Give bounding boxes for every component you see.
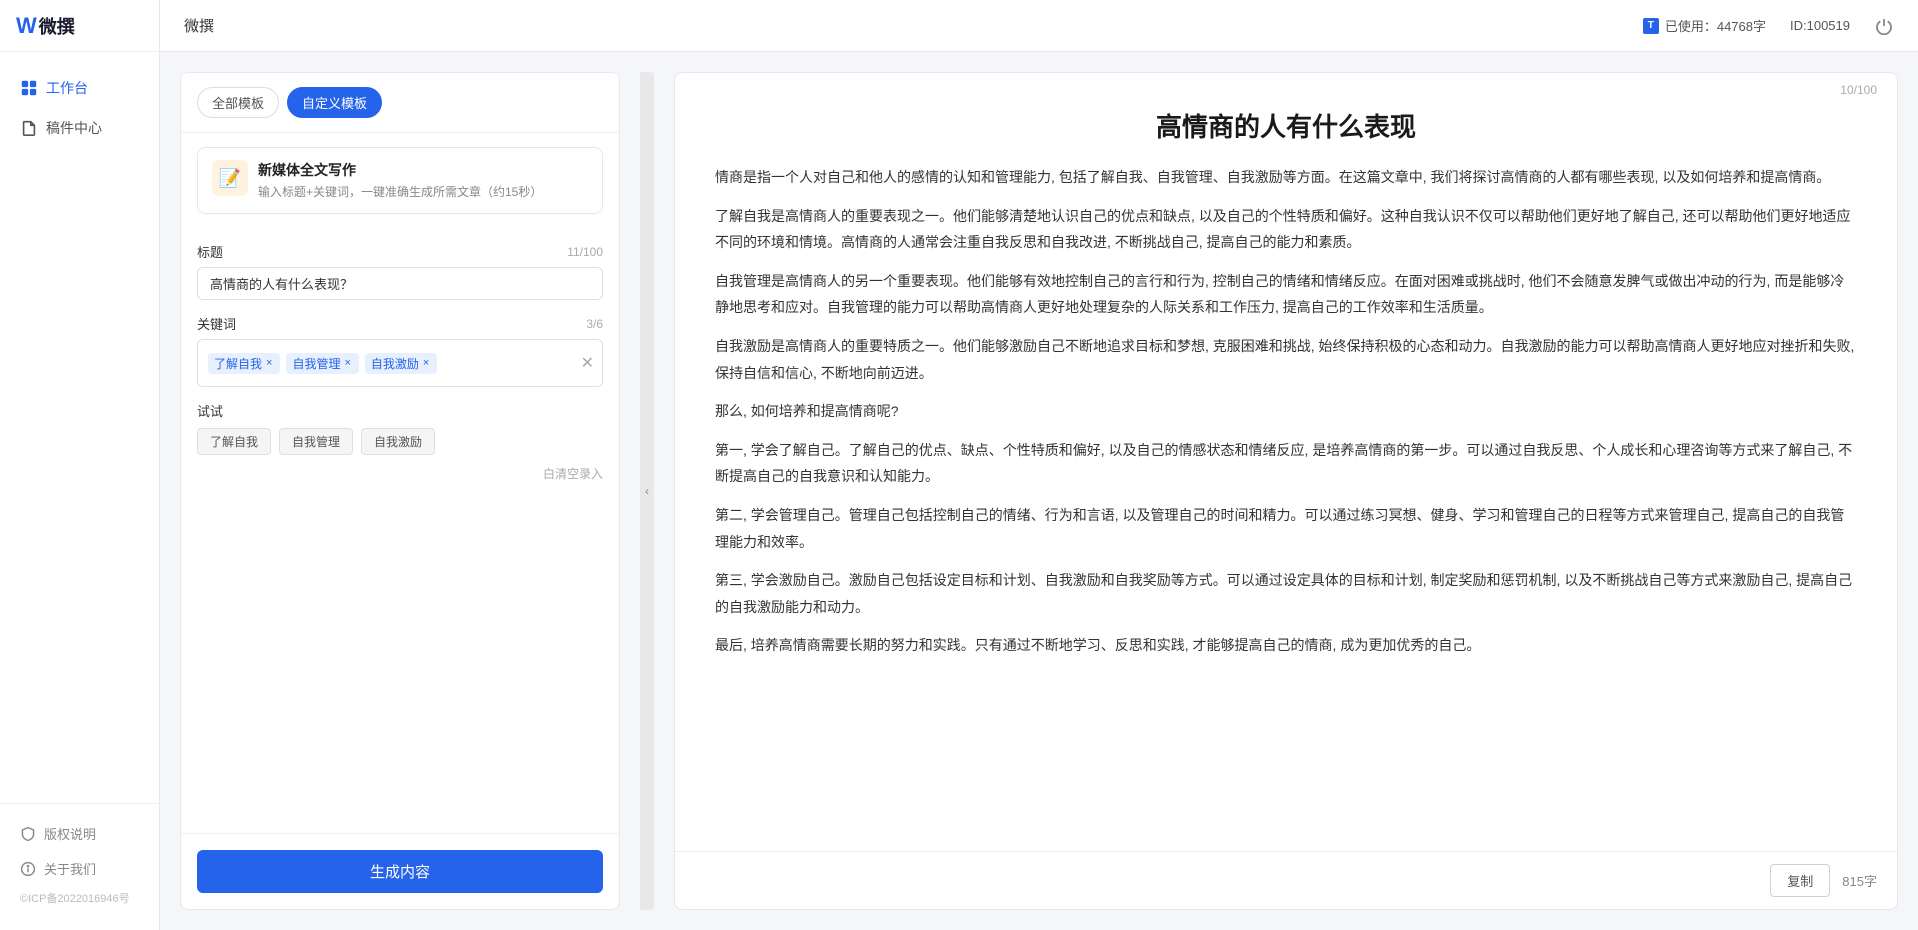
article-content: 高情商的人有什么表现 情商是指一个人对自己和他人的感情的认知和管理能力, 包括了… bbox=[675, 97, 1897, 851]
keyword-tag-1[interactable]: 自我管理 × bbox=[286, 353, 358, 374]
tab-all[interactable]: 全部模板 bbox=[197, 87, 279, 118]
usage-info: T 已使用：44768字 bbox=[1643, 16, 1766, 35]
article-paragraph: 第二, 学会管理自己。管理自己包括控制自己的情绪、行为和言语, 以及管理自己的时… bbox=[715, 502, 1857, 555]
icp-text: ©ICP备2022016946号 bbox=[0, 886, 159, 910]
sidebar-item-workbench-label: 工作台 bbox=[46, 78, 88, 98]
template-card[interactable]: 📝 新媒体全文写作 输入标题+关键词，一键准确生成所需文章（约15秒） bbox=[197, 147, 603, 214]
article-paragraph: 自我激励是高情商人的重要特质之一。他们能够激励自己不断地追求目标和梦想, 克服困… bbox=[715, 333, 1857, 386]
header: 微撰 T 已使用：44768字 ID:100519 bbox=[160, 0, 1918, 52]
article-paragraph: 第三, 学会激励自己。激励自己包括设定目标和计划、自我激励和自我奖励等方式。可以… bbox=[715, 567, 1857, 620]
article-paragraph: 第一, 学会了解自己。了解自己的优点、缺点、个性特质和偏好, 以及自己的情感状态… bbox=[715, 437, 1857, 490]
shield-icon bbox=[20, 826, 36, 842]
article-title: 高情商的人有什么表现 bbox=[715, 107, 1857, 144]
article-paragraph: 了解自我是高情商人的重要表现之一。他们能够清楚地认识自己的优点和缺点, 以及自己… bbox=[715, 203, 1857, 256]
logo-area: W 微撰 bbox=[0, 0, 159, 52]
title-form-label: 标题 bbox=[197, 242, 223, 261]
sidebar-item-drafts[interactable]: 稿件中心 bbox=[0, 108, 159, 148]
article-paragraph: 情商是指一个人对自己和他人的感情的认知和管理能力, 包括了解自我、自我管理、自我… bbox=[715, 164, 1857, 191]
article-paragraph: 最后, 培养高情商需要长期的努力和实践。只有通过不断地学习、反思和实践, 才能够… bbox=[715, 632, 1857, 659]
title-label-row: 标题 11/100 bbox=[197, 242, 603, 261]
suggestions-row: 了解自我 自我管理 自我激励 bbox=[197, 428, 603, 455]
article-footer: 复制 815字 bbox=[675, 851, 1897, 909]
usage-t-icon: T bbox=[1643, 18, 1659, 34]
keyword-tag-0[interactable]: 了解自我 × bbox=[208, 353, 280, 374]
word-count: 815字 bbox=[1842, 871, 1877, 890]
keyword-tag-2[interactable]: 自我激励 × bbox=[365, 353, 437, 374]
keyword-tag-label-1: 自我管理 bbox=[292, 355, 340, 372]
keywords-counter: 3/6 bbox=[586, 317, 603, 331]
sidebar: W 微撰 工作台 稿件中心 版权说明 bbox=[0, 0, 160, 930]
content: 全部模板 自定义模板 📝 新媒体全文写作 输入标题+关键词，一键准确生成所需文章… bbox=[160, 52, 1918, 930]
logo-w-icon: W bbox=[16, 13, 37, 39]
template-tabs: 全部模板 自定义模板 bbox=[181, 73, 619, 133]
clear-link[interactable]: 白清空录入 bbox=[543, 467, 603, 481]
nav-items: 工作台 稿件中心 bbox=[0, 52, 159, 803]
info-icon bbox=[20, 861, 36, 877]
tab-custom[interactable]: 自定义模板 bbox=[287, 87, 382, 118]
keywords-clear-icon[interactable]: ✕ bbox=[581, 353, 594, 373]
keywords-box[interactable]: 了解自我 × 自我管理 × 自我激励 × ✕ bbox=[197, 339, 603, 387]
article-paragraph: 自我管理是高情商人的另一个重要表现。他们能够有效地控制自己的言行和行为, 控制自… bbox=[715, 268, 1857, 321]
header-right: T 已使用：44768字 ID:100519 bbox=[1643, 16, 1894, 36]
left-panel: 全部模板 自定义模板 📝 新媒体全文写作 输入标题+关键词，一键准确生成所需文章… bbox=[180, 72, 620, 910]
keyword-tag-remove-1[interactable]: × bbox=[344, 357, 350, 369]
template-icon: 📝 bbox=[212, 160, 248, 196]
copyright-label: 版权说明 bbox=[44, 824, 96, 843]
sidebar-item-drafts-label: 稿件中心 bbox=[46, 118, 102, 138]
power-icon[interactable] bbox=[1874, 16, 1894, 36]
right-panel: 10/100 高情商的人有什么表现 情商是指一个人对自己和他人的感情的认知和管理… bbox=[674, 72, 1898, 910]
generate-btn-area: 生成内容 bbox=[181, 833, 619, 909]
keyword-tag-label-0: 了解自我 bbox=[214, 355, 262, 372]
main: 微撰 T 已使用：44768字 ID:100519 全部模板 自定义模板 📝 bbox=[160, 0, 1918, 930]
article-header: 10/100 bbox=[675, 73, 1897, 97]
template-card-desc: 输入标题+关键词，一键准确生成所需文章（约15秒） bbox=[258, 183, 588, 201]
collapse-arrow[interactable]: ‹ bbox=[640, 72, 654, 910]
usage-label: 已使用：44768字 bbox=[1665, 16, 1766, 35]
clear-row: 白清空录入 bbox=[197, 465, 603, 483]
sidebar-bottom: 版权说明 关于我们 ©ICP备2022016946号 bbox=[0, 803, 159, 930]
title-input[interactable] bbox=[197, 267, 603, 300]
template-card-title: 新媒体全文写作 bbox=[258, 160, 588, 180]
template-card-content: 新媒体全文写作 输入标题+关键词，一键准确生成所需文章（约15秒） bbox=[258, 160, 588, 201]
keyword-tag-remove-0[interactable]: × bbox=[266, 357, 272, 369]
grid-icon bbox=[20, 79, 38, 97]
about-label: 关于我们 bbox=[44, 859, 96, 878]
article-counter: 10/100 bbox=[1840, 83, 1877, 97]
keyword-tag-remove-2[interactable]: × bbox=[423, 357, 429, 369]
copy-button[interactable]: 复制 bbox=[1770, 864, 1830, 897]
form-area: 标题 11/100 关键词 3/6 了解自我 × 自我管理 × bbox=[181, 228, 619, 833]
sidebar-item-workbench[interactable]: 工作台 bbox=[0, 68, 159, 108]
suggestion-chip-2[interactable]: 自我激励 bbox=[361, 428, 435, 455]
article-body: 情商是指一个人对自己和他人的感情的认知和管理能力, 包括了解自我、自我管理、自我… bbox=[715, 164, 1857, 659]
logo-text: 微撰 bbox=[39, 13, 75, 39]
title-counter: 11/100 bbox=[567, 245, 603, 259]
suggestions-label: 试试 bbox=[197, 401, 603, 420]
generate-button[interactable]: 生成内容 bbox=[197, 850, 603, 893]
sidebar-about[interactable]: 关于我们 bbox=[0, 851, 159, 886]
file-icon bbox=[20, 119, 38, 137]
suggestion-chip-0[interactable]: 了解自我 bbox=[197, 428, 271, 455]
id-label: ID:100519 bbox=[1790, 18, 1850, 33]
keyword-tag-label-2: 自我激励 bbox=[371, 355, 419, 372]
keywords-label-row: 关键词 3/6 bbox=[197, 314, 603, 333]
sidebar-copyright[interactable]: 版权说明 bbox=[0, 816, 159, 851]
suggestion-chip-1[interactable]: 自我管理 bbox=[279, 428, 353, 455]
article-paragraph: 那么, 如何培养和提高情商呢? bbox=[715, 398, 1857, 425]
keywords-form-label: 关键词 bbox=[197, 314, 236, 333]
header-title: 微撰 bbox=[184, 15, 214, 36]
